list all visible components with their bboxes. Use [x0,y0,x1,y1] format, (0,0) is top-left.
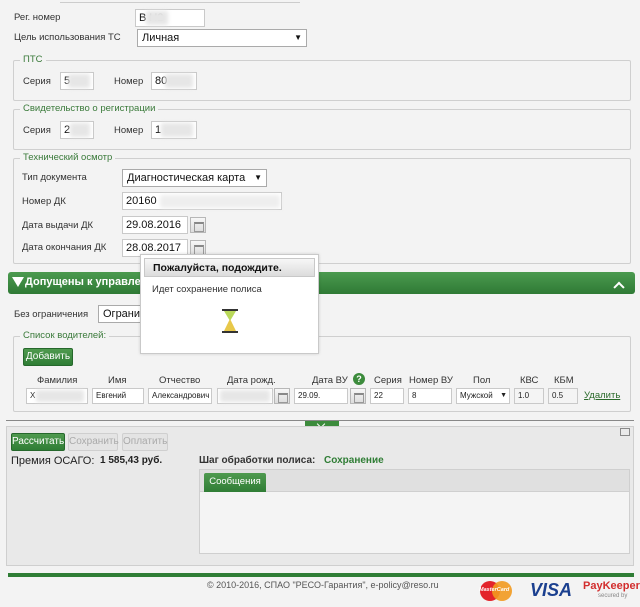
redaction [68,74,90,88]
col-series: Серия [374,375,402,386]
drivers-section-header[interactable]: Допущены к управлению [8,272,635,294]
chevron-down-icon: ▼ [500,392,507,399]
driver-gender-select[interactable]: Мужской ▼ [456,388,510,404]
chevron-up-icon[interactable] [613,281,625,293]
no-limit-label: Без ограничения [14,309,89,320]
calendar-icon[interactable] [274,388,290,404]
mastercard-text: MasterCard [479,587,510,593]
redaction [36,390,84,402]
loading-modal: Пожалуйста, подождите. Идет сохранение п… [140,254,319,354]
registration-number-label: Номер [114,125,144,136]
col-surname: Фамилия [37,375,78,386]
doc-type-value: Диагностическая карта [127,172,246,184]
driver-patronymic-input[interactable]: Александрович [148,388,212,404]
window-restore-icon[interactable] [620,428,630,436]
registration-fieldset: Свидетельство о регистрации [13,103,631,150]
pts-number-label: Номер [114,76,144,87]
redaction [161,123,193,137]
footer-line [8,573,634,577]
step-label: Шаг обработки полиса: [199,455,316,466]
driver-kvs-input[interactable]: 1.0 [514,388,544,404]
pts-legend: ПТС [20,54,46,65]
col-kbm: КБМ [554,375,574,386]
premium-value: 1 585,43 руб. [100,455,163,466]
paykeeper-logo: PayKeeper secured by [583,580,640,604]
hourglass-bottom-glass [224,320,236,331]
registration-legend: Свидетельство о регистрации [20,103,159,114]
col-kvs: КВС [520,375,539,386]
driver-license-date-input[interactable]: 29.09. [294,388,348,404]
end-date-label: Дата окончания ДК [22,242,107,253]
premium-label: Премия ОСАГО: [11,455,95,467]
pts-series-label: Серия [23,76,51,87]
messages-panel: Сообщения [199,469,630,554]
redaction [160,195,280,208]
paykeeper-text: PayKeeper [583,580,640,592]
doc-type-label: Тип документа [22,172,87,183]
step-value: Сохранение [324,455,384,466]
calendar-icon[interactable] [190,217,206,233]
loading-modal-titlebar: Пожалуйста, подождите. [144,258,315,277]
hourglass-top-glass [224,311,236,320]
inspection-legend: Технический осмотр [20,152,116,163]
col-patronymic: Отчество [159,375,201,386]
col-birth-date: Дата рожд. [227,375,276,386]
doc-type-select[interactable]: Диагностическая карта ▼ [122,169,267,187]
messages-tab[interactable]: Сообщения [204,473,266,492]
loading-modal-title: Пожалуйста, подождите. [153,262,282,274]
driver-gender-value: Мужской [460,391,493,400]
add-driver-button[interactable]: Добавить [23,348,73,366]
calculate-button[interactable]: Рассчитать [11,433,65,451]
purpose-select[interactable]: Личная ▼ [137,29,307,47]
calendar-icon[interactable] [350,388,366,404]
chevron-down-icon: ▼ [294,33,302,42]
delete-driver-link[interactable]: Удалить [584,390,620,401]
redaction [70,123,90,137]
redaction [220,390,270,402]
hourglass-top-cap [222,309,238,311]
drivers-section-title: Допущены к управлению [25,276,147,288]
issue-date-input[interactable]: 29.08.2016 [122,216,188,234]
pts-fieldset: ПТС [13,54,631,101]
chevron-down-icon: ▼ [254,173,262,182]
col-gender: Пол [473,375,491,386]
visa-logo: VISA [530,580,573,600]
mastercard-logo: MasterCard [478,580,514,602]
save-button[interactable]: Сохранить [68,433,119,451]
paykeeper-sub: secured by [598,593,628,599]
driver-name-input[interactable]: Евгений [92,388,144,404]
purpose-value: Личная [142,32,180,44]
hourglass-icon [221,309,239,333]
loading-modal-message: Идет сохранение полиса [152,284,262,295]
issue-date-label: Дата выдачи ДК [22,220,94,231]
pay-button[interactable]: Оплатить [122,433,168,451]
col-name: Имя [108,375,127,386]
driver-license-number-input[interactable]: 8 [408,388,452,404]
redaction [146,11,168,25]
hourglass-bottom-cap [222,331,238,333]
driver-kbm-input[interactable]: 0.5 [548,388,578,404]
footer-copyright: © 2010-2016, СПАО "РЕСО-Гарантия", e-pol… [207,580,439,590]
driver-series-input[interactable]: 22 [370,388,404,404]
top-strip [60,0,300,3]
chevron-down-icon [12,277,24,287]
help-icon[interactable]: ? [353,373,365,385]
redaction [165,74,193,88]
dk-number-label: Номер ДК [22,196,66,207]
registration-series-label: Серия [23,125,51,136]
col-license-date: Дата ВУ [312,375,348,386]
purpose-label: Цель использования ТС [14,32,121,43]
help-icon-glyph: ? [356,374,362,384]
drivers-list-legend: Список водителей: [20,330,110,341]
col-license-number: Номер ВУ [409,375,453,386]
reg-number-label: Рег. номер [14,12,61,23]
